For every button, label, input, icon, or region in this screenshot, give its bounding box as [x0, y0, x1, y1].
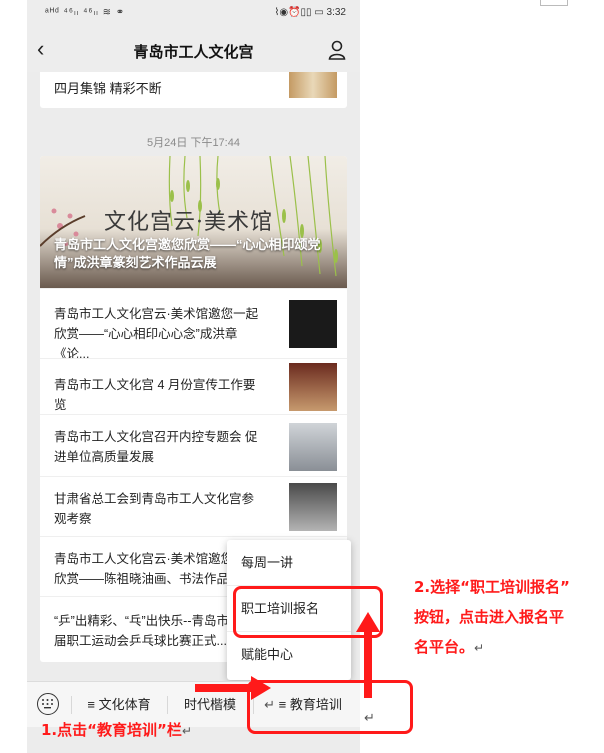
status-left: ᵃᴴᵈ ⁴⁶ₗₗ ⁴⁶ₗₗ ≋ ⚭ — [45, 7, 126, 18]
submenu-item-empowerment-center[interactable]: 赋能中心 — [227, 632, 351, 678]
article-item[interactable]: 甘肃省总工会到青岛市工人文化宫参观考察 — [40, 476, 347, 536]
arrow-up-to-menu-icon — [356, 612, 380, 698]
article-thumbnail — [289, 483, 337, 531]
status-bar: ᵃᴴᵈ ⁴⁶ₗₗ ⁴⁶ₗₗ ≋ ⚭ ⌇◉⏰▯▯ ▭ 3:32 — [27, 0, 360, 28]
return-mark: ↵ — [364, 710, 375, 725]
article-title: 青岛市工人文化宫云·美术馆邀您一起欣赏——“心心相印心心念”成洪章《论... — [54, 307, 259, 361]
nav-bar: ‹ 青岛市工人文化宫 — [27, 28, 360, 72]
previous-article-thumbnail — [289, 72, 337, 98]
annotation-step2-line1: 2.选择“职工培训报名” — [414, 578, 570, 596]
cover-article-title: 青岛市工人文化宫邀您欣赏——“心心相印颂党情”成洪章篆刻艺术作品云展 — [54, 237, 321, 270]
submenu-item-weekly-lecture[interactable]: 每周一讲 — [227, 540, 351, 586]
cover-calligraphy: 文化宫云·美术馆 — [104, 210, 273, 235]
annotation-step2-line3: 名平台。↵ — [414, 638, 485, 656]
article-title: 青岛市工人文化宫召开内控专题会 促进单位高质量发展 — [54, 430, 258, 464]
arrow-to-tab-icon — [195, 676, 271, 700]
profile-icon[interactable] — [328, 40, 346, 60]
article-item[interactable]: 青岛市工人文化宫 4 月份宣传工作要览 — [40, 358, 347, 414]
page-title: 青岛市工人文化宫 — [133, 44, 254, 61]
previous-article-title: 四月集锦 精彩不断 — [54, 81, 162, 96]
annotation-step2: 2.选择“职工培训报名” 按钮，点击进入报名平 名平台。↵ — [414, 572, 604, 663]
article-thumbnail — [289, 423, 337, 471]
article-thumbnail — [289, 300, 337, 348]
status-right: ⌇◉⏰▯▯ ▭ 3:32 — [274, 7, 346, 18]
annotation-step1: 1.点击“教育培训”栏↵ — [41, 721, 192, 739]
message-timestamp: 5月24日 下午17:44 — [147, 137, 240, 149]
keyboard-icon[interactable] — [37, 693, 59, 715]
previous-article-card[interactable]: 四月集锦 精彩不断 — [40, 72, 347, 108]
article-item[interactable]: 青岛市工人文化宫云·美术馆邀您一起欣赏——“心心相印心心念”成洪章《论... — [40, 288, 347, 361]
article-item[interactable]: 青岛市工人文化宫召开内控专题会 促进单位高质量发展 — [40, 414, 347, 476]
annotation-step2-line2: 按钮，点击进入报名平 — [414, 608, 565, 626]
phone-screen: ᵃᴴᵈ ⁴⁶ₗₗ ⁴⁶ₗₗ ≋ ⚭ ⌇◉⏰▯▯ ▭ 3:32 ‹ 青岛市工人文化… — [27, 0, 360, 753]
doc-corner — [540, 0, 568, 6]
article-thumbnail — [289, 363, 337, 411]
article-title: 甘肃省总工会到青岛市工人文化宫参观考察 — [54, 492, 255, 526]
article-title: 青岛市工人文化宫 4 月份宣传工作要览 — [54, 378, 256, 412]
cover-article[interactable]: 文化宫云·美术馆 青岛市工人文化宫邀您欣赏——“心心相印颂党情”成洪章篆刻艺术作… — [40, 156, 347, 288]
